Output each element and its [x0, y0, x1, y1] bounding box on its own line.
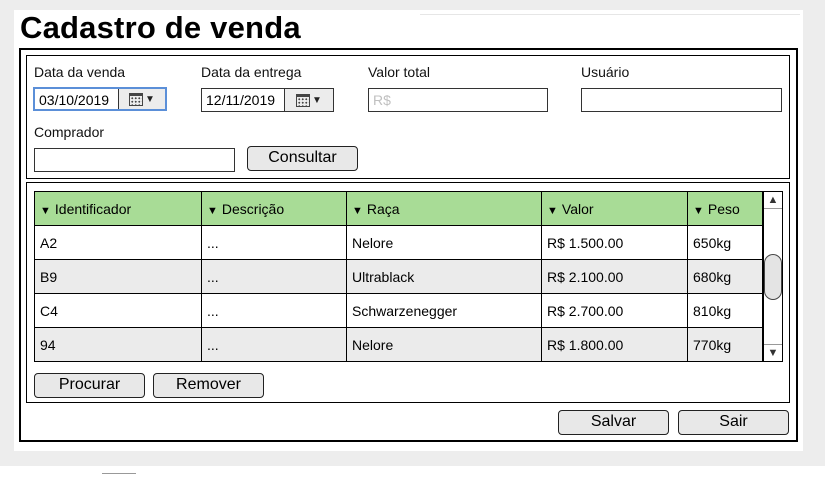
- sales-table: ▼ Identificador ▼ Descrição ▼ Raça ▼ Valor ▼…: [34, 191, 763, 362]
- cell-identificador: 94: [34, 327, 202, 362]
- valor-total-label: Valor total: [368, 64, 430, 80]
- calendar-icon: [296, 93, 311, 107]
- scroll-down-icon[interactable]: ▼: [764, 344, 782, 361]
- sort-arrow-icon: ▼: [547, 204, 558, 217]
- cell-descricao: ...: [201, 225, 347, 260]
- scroll-thumb[interactable]: [764, 254, 782, 300]
- cell-valor: R$ 2.100.00: [541, 259, 688, 294]
- data-venda-calendar-button[interactable]: ▼: [119, 89, 165, 109]
- page-title: Cadastro de venda: [20, 10, 301, 45]
- cell-descricao: ...: [201, 327, 347, 362]
- data-venda-picker[interactable]: 03/10/2019 ▼: [33, 87, 167, 111]
- sort-arrow-icon: ▼: [207, 204, 218, 217]
- consultar-button[interactable]: Consultar: [247, 146, 358, 171]
- cell-raca: Nelore: [346, 327, 542, 362]
- usuario-input[interactable]: [581, 88, 782, 112]
- data-entrega-picker[interactable]: 12/11/2019 ▼: [201, 88, 334, 112]
- cell-valor: R$ 1.800.00: [541, 327, 688, 362]
- sort-arrow-icon: ▼: [352, 204, 363, 217]
- footer-divider: [102, 473, 136, 478]
- column-header-valor[interactable]: ▼ Valor: [541, 191, 688, 226]
- title-divider: [420, 14, 800, 24]
- data-venda-input[interactable]: 03/10/2019: [35, 89, 119, 109]
- cell-descricao: ...: [201, 293, 347, 328]
- usuario-label: Usuário: [581, 64, 630, 80]
- data-entrega-label: Data da entrega: [201, 64, 302, 80]
- calendar-icon: [129, 92, 144, 106]
- table-header-row: ▼ Identificador ▼ Descrição ▼ Raça ▼ Valor ▼…: [34, 191, 763, 226]
- sort-arrow-icon: ▼: [40, 204, 51, 217]
- column-header-descricao[interactable]: ▼ Descrição: [201, 191, 347, 226]
- table-row[interactable]: A2 ... Nelore R$ 1.500.00 650kg: [34, 225, 763, 260]
- cell-descricao: ...: [201, 259, 347, 294]
- valor-total-input[interactable]: R$: [368, 88, 548, 112]
- column-header-identificador[interactable]: ▼ Identificador: [34, 191, 202, 226]
- scroll-up-icon[interactable]: ▲: [764, 192, 782, 209]
- procurar-button[interactable]: Procurar: [34, 373, 145, 398]
- cell-identificador: B9: [34, 259, 202, 294]
- cell-valor: R$ 2.700.00: [541, 293, 688, 328]
- sair-button[interactable]: Sair: [678, 410, 789, 435]
- data-entrega-calendar-button[interactable]: ▼: [285, 89, 333, 111]
- comprador-label: Comprador: [34, 124, 105, 140]
- cell-identificador: C4: [34, 293, 202, 328]
- salvar-button[interactable]: Salvar: [558, 410, 669, 435]
- table-row[interactable]: 94 ... Nelore R$ 1.800.00 770kg: [34, 327, 763, 362]
- cell-raca: Nelore: [346, 225, 542, 260]
- data-venda-label: Data da venda: [34, 64, 126, 80]
- chevron-down-icon: ▼: [145, 93, 155, 105]
- table-row[interactable]: C4 ... Schwarzenegger R$ 2.700.00 810kg: [34, 293, 763, 328]
- cell-raca: Ultrablack: [346, 259, 542, 294]
- chevron-down-icon: ▼: [312, 94, 322, 106]
- table-scrollbar[interactable]: ▲ ▼: [763, 191, 783, 362]
- column-header-peso[interactable]: ▼ Peso: [687, 191, 763, 226]
- remover-button[interactable]: Remover: [153, 373, 264, 398]
- cell-peso: 770kg: [687, 327, 763, 362]
- cell-peso: 650kg: [687, 225, 763, 260]
- sort-arrow-icon: ▼: [693, 204, 704, 217]
- cell-peso: 810kg: [687, 293, 763, 328]
- column-header-raca[interactable]: ▼ Raça: [346, 191, 542, 226]
- data-entrega-input[interactable]: 12/11/2019: [202, 89, 285, 111]
- cell-raca: Schwarzenegger: [346, 293, 542, 328]
- comprador-input[interactable]: [34, 148, 235, 172]
- cell-peso: 680kg: [687, 259, 763, 294]
- table-row[interactable]: B9 ... Ultrablack R$ 2.100.00 680kg: [34, 259, 763, 294]
- cell-valor: R$ 1.500.00: [541, 225, 688, 260]
- cell-identificador: A2: [34, 225, 202, 260]
